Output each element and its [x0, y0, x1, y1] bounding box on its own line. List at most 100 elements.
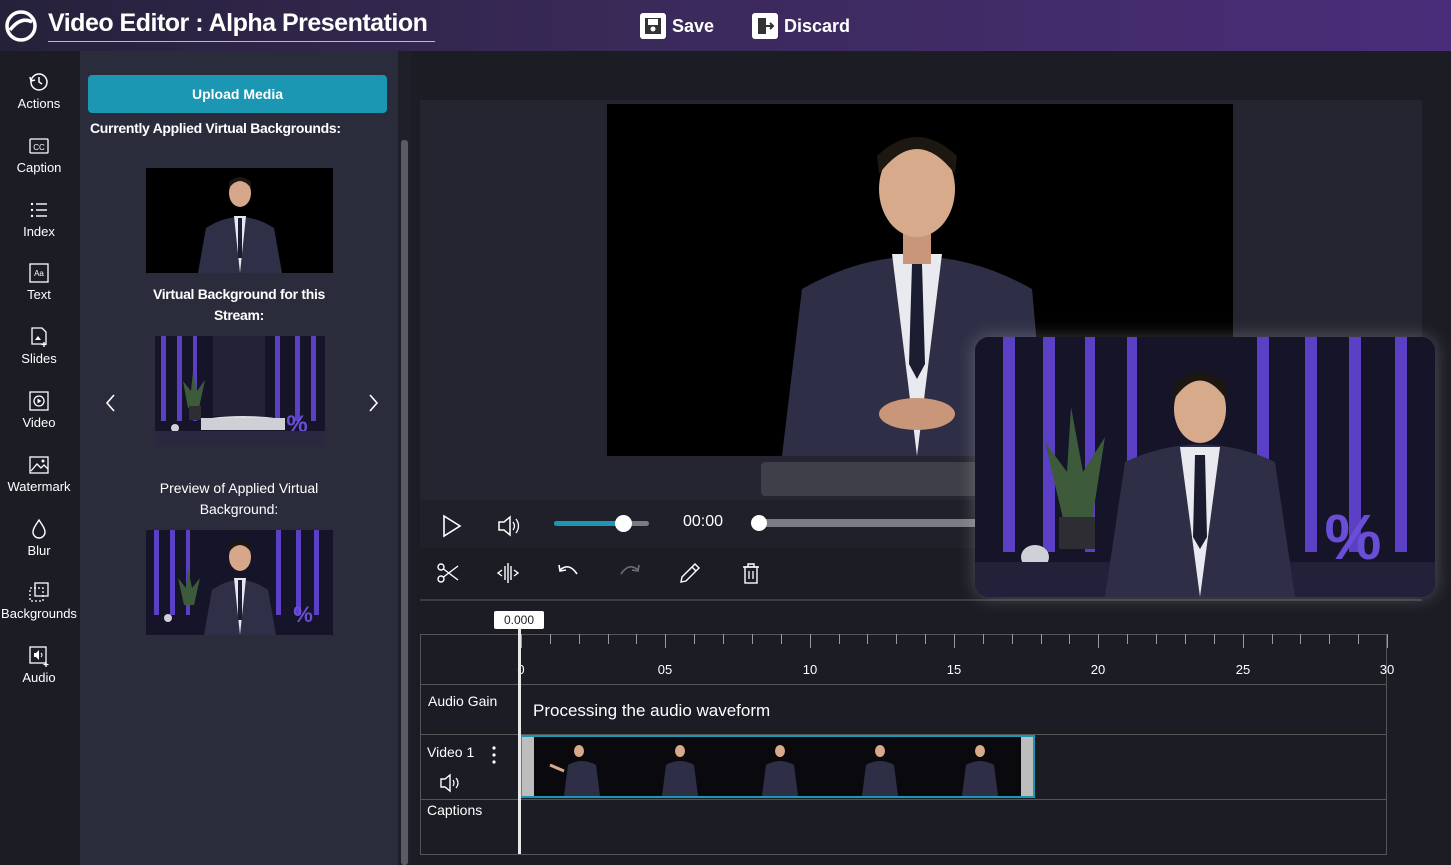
virtual-background-thumbnail[interactable]: %	[155, 336, 325, 446]
ruler-tick	[781, 634, 782, 644]
rail-item-text[interactable]: Aa Text	[0, 262, 78, 318]
toolbar-divider	[420, 599, 1422, 601]
playhead-time-label: 0.000	[494, 611, 544, 629]
volume-icon[interactable]	[496, 513, 522, 539]
ruler-tick	[665, 634, 666, 648]
tick-label: 15	[946, 662, 962, 677]
ruler-tick	[983, 634, 984, 644]
video-track-label: Video 1	[427, 744, 475, 760]
rail-label: Blur	[27, 543, 51, 558]
time-display: 00:00	[683, 513, 724, 530]
droplet-icon	[32, 518, 46, 539]
rail-item-slides[interactable]: Slides	[0, 326, 78, 382]
tick-label: 25	[1235, 662, 1251, 677]
text-aa-icon: Aa	[29, 263, 49, 283]
rail-item-caption[interactable]: CC Caption	[0, 135, 78, 191]
ruler-tick	[1214, 634, 1215, 644]
ruler-tick	[867, 634, 868, 644]
volume-fill	[554, 521, 624, 526]
tool-rail: Actions CC Caption Index Aa Text Slides …	[0, 51, 80, 865]
tick-label: 05	[657, 662, 673, 677]
ruler-tick	[1243, 634, 1244, 648]
caption-overlay-bar	[761, 462, 991, 496]
pencil-icon[interactable]	[677, 560, 703, 586]
rail-item-watermark[interactable]: Watermark	[0, 454, 78, 510]
panel-scroll-thumb[interactable]	[401, 140, 408, 865]
applied-backgrounds-heading: Currently Applied Virtual Backgrounds:	[90, 120, 341, 136]
slides-icon	[31, 327, 47, 347]
save-button[interactable]: Save	[640, 11, 714, 41]
history-icon	[29, 73, 48, 91]
video-icon	[29, 391, 49, 411]
rail-label: Actions	[17, 96, 61, 111]
stream-thumbnail[interactable]	[146, 168, 333, 273]
presenter-image	[198, 177, 282, 273]
ruler-scale: 0 05 10 15 20 25 30	[517, 634, 1394, 684]
pip-preview[interactable]: %	[975, 337, 1435, 597]
ruler-tick	[636, 634, 637, 644]
rail-item-backgrounds[interactable]: Backgrounds	[0, 581, 78, 637]
progress-knob[interactable]	[751, 515, 767, 531]
ruler-tick	[1300, 634, 1301, 644]
ruler-tick	[723, 634, 724, 644]
playhead[interactable]	[518, 628, 521, 854]
ruler-tick	[1329, 634, 1330, 644]
undo-icon[interactable]	[555, 560, 581, 586]
chevron-right-icon[interactable]	[363, 389, 383, 417]
backgrounds-panel: Upload Media Currently Applied Virtual B…	[80, 51, 398, 865]
svg-text:%: %	[293, 602, 313, 627]
clip-trim-start-handle[interactable]	[522, 737, 534, 796]
ruler-tick	[1387, 634, 1388, 648]
rail-item-video[interactable]: Video	[0, 390, 78, 446]
video-clip[interactable]	[520, 735, 1035, 798]
progress-slider[interactable]	[751, 515, 978, 531]
audio-processing-status: Processing the audio waveform	[533, 701, 771, 720]
tick-label: 20	[1090, 662, 1106, 677]
trash-icon[interactable]	[738, 560, 764, 586]
ruler-tick	[752, 634, 753, 644]
split-icon[interactable]	[495, 560, 521, 586]
chevron-left-icon[interactable]	[101, 389, 121, 417]
volume-slider[interactable]	[554, 515, 649, 532]
preview-image: %	[146, 530, 333, 635]
more-vertical-icon[interactable]	[487, 745, 501, 765]
cc-icon: CC	[29, 138, 49, 154]
ruler-tick	[1069, 634, 1070, 644]
play-icon[interactable]	[438, 513, 464, 539]
rail-label: Backgrounds	[1, 606, 77, 621]
ruler-tick	[1156, 634, 1157, 644]
upload-media-button[interactable]: Upload Media	[88, 75, 387, 113]
rail-label: Index	[23, 224, 55, 239]
rail-item-blur[interactable]: Blur	[0, 518, 78, 574]
audio-gain-row: Audio Gain Processing the audio waveform	[421, 685, 1386, 735]
clip-thumbnails	[549, 745, 998, 796]
scissors-icon[interactable]	[435, 560, 461, 586]
ruler-tick	[810, 634, 811, 648]
discard-button[interactable]: Discard	[752, 11, 850, 41]
clip-trim-end-handle[interactable]	[1021, 737, 1033, 796]
ruler-tick	[550, 634, 551, 644]
rail-label: Video	[22, 415, 56, 430]
svg-text:%: %	[1325, 501, 1382, 573]
ruler-tick	[694, 634, 695, 644]
audio-gain-label: Audio Gain	[428, 693, 498, 709]
rail-label: Watermark	[7, 479, 71, 494]
rail-label: Audio	[22, 670, 56, 685]
rail-label: Text	[27, 287, 51, 302]
redo-icon[interactable]	[617, 560, 643, 586]
svg-text:Aa: Aa	[34, 269, 44, 278]
logo-icon	[5, 10, 37, 42]
image-icon	[29, 456, 49, 474]
ruler-tick	[954, 634, 955, 648]
volume-knob[interactable]	[615, 515, 633, 532]
list-icon	[30, 202, 47, 218]
rail-item-actions[interactable]: Actions	[0, 71, 78, 127]
rail-item-audio[interactable]: Audio	[0, 645, 78, 701]
tick-label: 10	[802, 662, 818, 677]
preview-thumbnail[interactable]: %	[146, 530, 333, 635]
rail-item-index[interactable]: Index	[0, 199, 78, 255]
ruler-tick	[839, 634, 840, 644]
save-label: Save	[672, 15, 715, 36]
ruler-tick	[1012, 634, 1013, 644]
track-volume-icon[interactable]	[438, 772, 462, 794]
